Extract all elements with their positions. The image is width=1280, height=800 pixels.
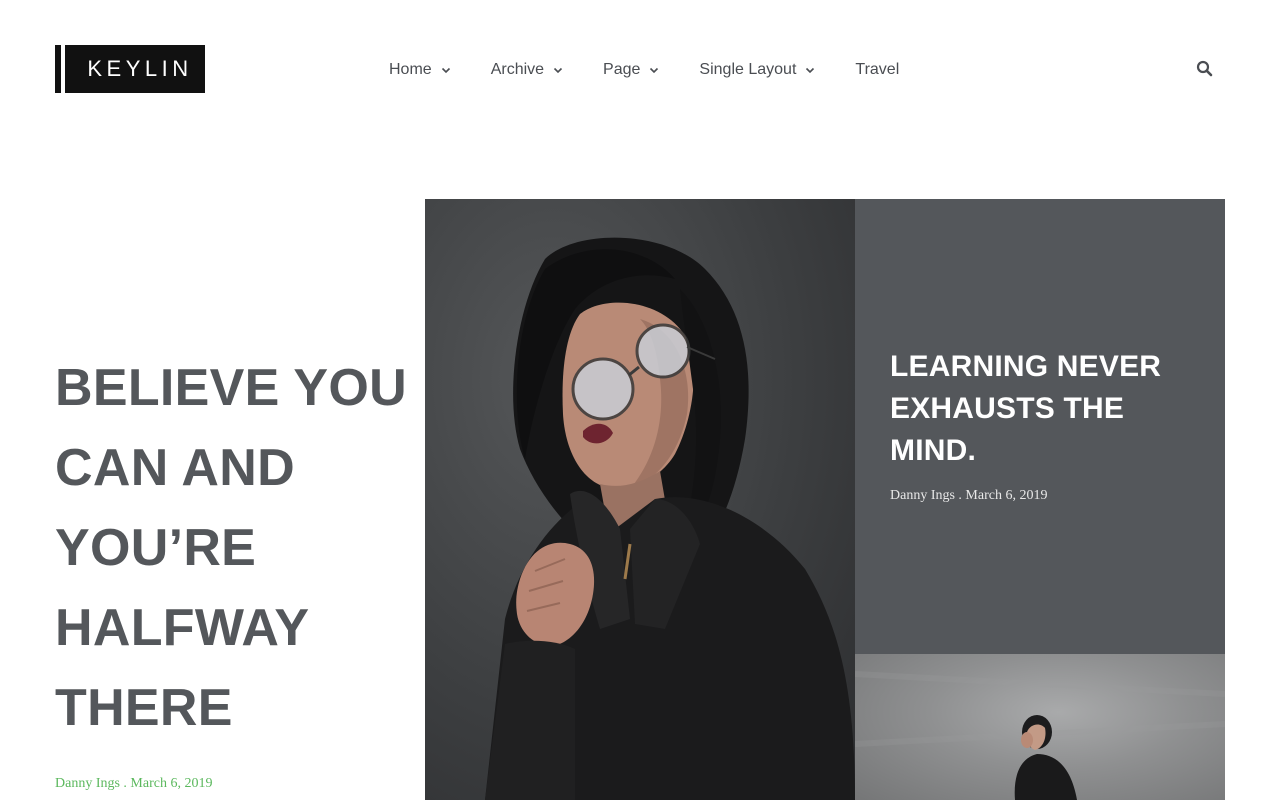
logo-text: KEYLIN [87,56,193,81]
hero-post-meta[interactable]: Danny Ings . March 6, 2019 [55,776,212,792]
nav-item-page[interactable]: Page [603,61,659,79]
search-icon[interactable] [1195,59,1215,79]
nav-item-home[interactable]: Home [389,61,451,79]
chevron-down-icon [553,65,563,75]
nav-item-label: Page [603,61,641,78]
nav-item-archive[interactable]: Archive [491,61,563,79]
chevron-down-icon [649,65,659,75]
nav-item-label: Home [389,61,432,78]
feature-card-title[interactable]: LEARNING NEVER EXHAUSTS THE MIND. [890,346,1210,472]
feature-card[interactable]: LEARNING NEVER EXHAUSTS THE MIND. Danny … [855,199,1225,654]
chevron-down-icon [441,65,451,75]
figure-photo [855,671,1225,800]
featured-post-image[interactable] [425,199,855,800]
main-nav: Home Archive Page Single Layout Travel [389,58,899,82]
nav-item-label: Archive [490,61,545,78]
portrait-photo [485,237,855,800]
nav-item-label: Single Layout [699,61,797,78]
feature-card-meta[interactable]: Danny Ings . March 6, 2019 [890,488,1047,504]
secondary-post-image[interactable] [855,654,1225,800]
logo-bar [61,45,65,93]
nav-item-travel[interactable]: Travel [855,61,899,79]
site-logo[interactable]: KEYLIN [55,45,205,93]
hero-title[interactable]: BELIEVE YOU CAN AND YOU’RE HALFWAY THERE [55,348,415,748]
nav-item-single-layout[interactable]: Single Layout [699,61,815,79]
chevron-down-icon [805,65,815,75]
nav-item-label: Travel [855,61,900,78]
